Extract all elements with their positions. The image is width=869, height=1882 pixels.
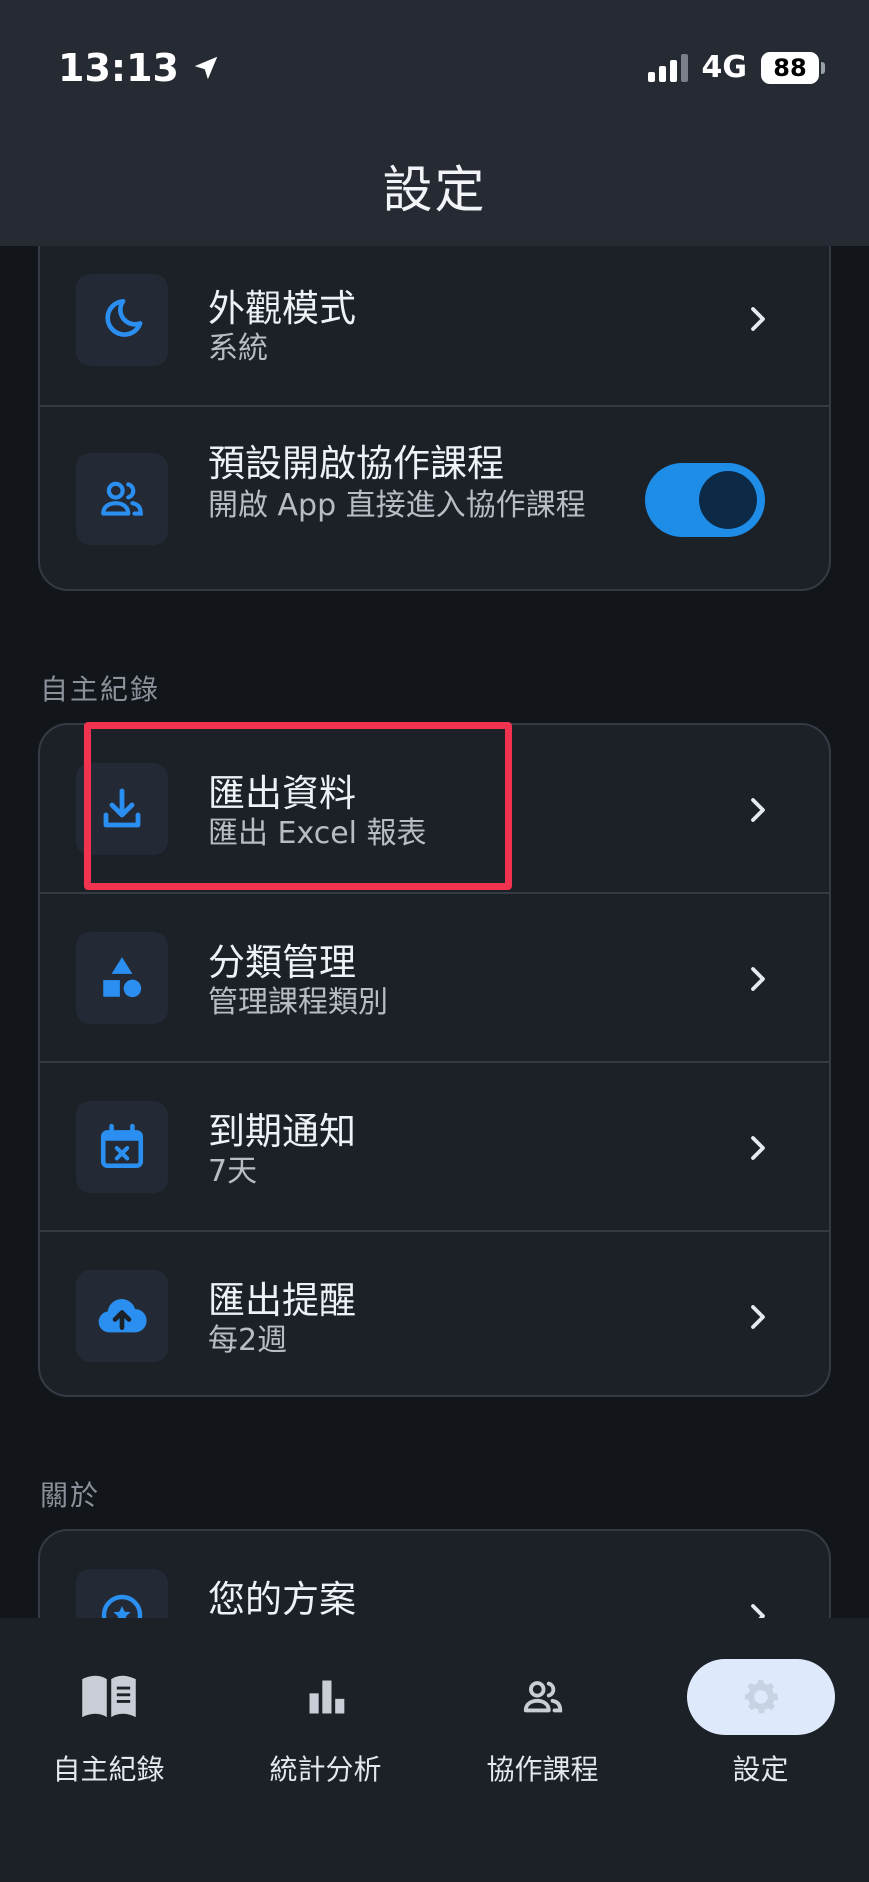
tab-statistics[interactable]: 統計分析 (217, 1652, 434, 1788)
appearance-card: 外觀模式 系統 預設開啟協作課程 開啟 App 直接進入協作課程 (38, 186, 831, 591)
status-indicators: 4G 88 (647, 50, 825, 85)
cloud-upload-icon (76, 1270, 168, 1362)
status-time: 13:13 (58, 46, 221, 90)
export-reminder-row[interactable]: 匯出提醒 每2週 (40, 1232, 829, 1395)
chevron-right-icon (751, 1136, 765, 1160)
tab-settings[interactable]: 設定 (652, 1652, 869, 1788)
chevron-right-icon (751, 798, 765, 822)
row-title: 您的方案 (208, 1578, 356, 1618)
row-title: 匯出提醒 (208, 1279, 356, 1322)
battery-level: 88 (761, 51, 819, 84)
default-collab-toggle[interactable] (645, 463, 765, 537)
gear-icon (686, 1659, 835, 1735)
row-title: 到期通知 (208, 1110, 356, 1153)
moon-icon (76, 274, 168, 366)
tab-label: 自主紀錄 (52, 1753, 165, 1786)
row-subtitle: 開啟 App 直接進入協作課程 (208, 488, 586, 523)
star-badge-icon (76, 1569, 168, 1618)
chevron-right-icon (751, 967, 765, 991)
row-subtitle: 系統 (208, 331, 268, 366)
toggle-knob (699, 471, 757, 529)
tab-records[interactable]: 自主紀錄 (0, 1652, 217, 1788)
tab-label: 協作課程 (486, 1753, 599, 1786)
bottom-tab-bar: 自主紀錄 統計分析 協作課程 設定 (0, 1618, 869, 1882)
section-label-about: 關於 (40, 1479, 101, 1512)
row-title: 預設開啟協作課程 (208, 442, 504, 485)
app-header: 13:13 4G 88 設定 (0, 0, 869, 246)
signal-icon (647, 53, 688, 82)
tab-label: 統計分析 (269, 1753, 382, 1786)
people-icon (76, 453, 168, 545)
chevron-right-icon (751, 307, 765, 331)
book-icon (0, 1652, 217, 1742)
your-plan-row[interactable]: 您的方案 (40, 1531, 829, 1618)
bar-chart-icon (217, 1652, 434, 1742)
category-manage-row[interactable]: 分類管理 管理課程類別 (40, 894, 829, 1063)
default-collab-row: 預設開啟協作課程 開啟 App 直接進入協作課程 (40, 407, 829, 589)
highlight-box (84, 722, 512, 890)
page-title: 設定 (382, 161, 487, 219)
row-subtitle: 管理課程類別 (208, 985, 388, 1020)
row-subtitle: 每2週 (208, 1323, 288, 1358)
calendar-x-icon (76, 1101, 168, 1193)
row-title: 分類管理 (208, 941, 356, 984)
shapes-icon (76, 932, 168, 1024)
tab-label: 設定 (732, 1753, 789, 1786)
people-icon (434, 1652, 651, 1742)
network-type: 4G (701, 50, 748, 85)
location-arrow-icon (194, 56, 218, 80)
about-card: 您的方案 (38, 1529, 831, 1618)
expiry-notice-row[interactable]: 到期通知 7天 (40, 1063, 829, 1232)
clock: 13:13 (58, 46, 179, 90)
section-label-records: 自主紀錄 (40, 673, 161, 706)
row-subtitle: 7天 (208, 1154, 258, 1189)
chevron-right-icon (751, 1604, 765, 1618)
row-title: 外觀模式 (208, 287, 356, 330)
tab-collab[interactable]: 協作課程 (434, 1652, 651, 1788)
battery-icon: 88 (761, 51, 825, 84)
chevron-right-icon (751, 1305, 765, 1329)
